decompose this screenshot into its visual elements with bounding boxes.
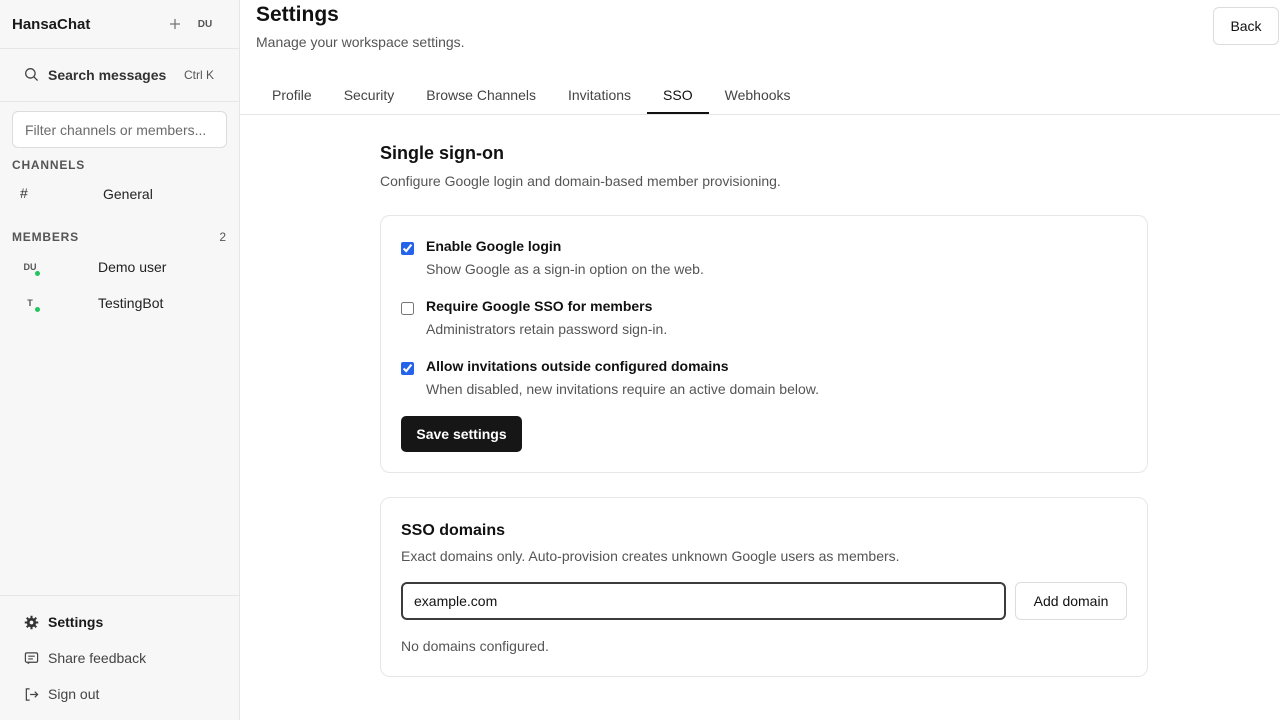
member-item-demo-user[interactable]: DU Demo user xyxy=(12,252,228,282)
members-heading: MEMBERS xyxy=(12,230,79,244)
require-google-sso-checkbox[interactable] xyxy=(401,302,414,315)
page-subtitle: Manage your workspace settings. xyxy=(256,34,465,50)
member-item-testingbot[interactable]: T TestingBot xyxy=(12,288,228,318)
new-channel-button[interactable] xyxy=(165,14,185,34)
gear-icon xyxy=(24,615,39,629)
channels-heading: CHANNELS xyxy=(12,158,86,172)
filter-input[interactable] xyxy=(12,111,227,148)
domains-description: Exact domains only. Auto-provision creat… xyxy=(401,548,900,564)
sidebar: HansaChat DU Search messages Ctrl K CHAN… xyxy=(0,0,240,720)
save-settings-button[interactable]: Save settings xyxy=(401,416,522,452)
option-description: When disabled, new invitations require a… xyxy=(426,381,820,397)
option-description: Show Google as a sign-in option on the w… xyxy=(426,261,704,277)
tab-profile[interactable]: Profile xyxy=(256,76,328,114)
tab-browse-channels[interactable]: Browse Channels xyxy=(410,76,552,114)
search-label: Search messages xyxy=(48,67,167,83)
channel-item-general[interactable]: # General xyxy=(12,180,228,208)
enable-google-login-checkbox[interactable] xyxy=(401,242,414,255)
add-domain-button[interactable]: Add domain xyxy=(1015,582,1127,620)
member-name: Demo user xyxy=(98,259,167,275)
sso-domains-card: SSO domains Exact domains only. Auto-pro… xyxy=(380,497,1148,677)
divider xyxy=(0,48,239,49)
tabs-divider xyxy=(240,114,1280,115)
message-icon xyxy=(24,651,39,664)
main-content: Settings Manage your workspace settings.… xyxy=(240,0,1280,720)
hash-icon: # xyxy=(20,185,28,201)
members-count: 2 xyxy=(219,230,226,244)
tab-webhooks[interactable]: Webhooks xyxy=(709,76,807,114)
option-title: Allow invitations outside configured dom… xyxy=(426,358,729,374)
domain-input[interactable] xyxy=(401,582,1006,620)
settings-nav-item[interactable]: Settings xyxy=(12,607,228,637)
app-name: HansaChat xyxy=(12,15,91,33)
settings-tabs: Profile Security Browse Channels Invitat… xyxy=(256,76,807,114)
sso-settings-card: Enable Google login Show Google as a sig… xyxy=(380,215,1148,473)
divider xyxy=(0,101,239,102)
section-title: Single sign-on xyxy=(380,143,504,163)
online-status-icon xyxy=(34,270,41,277)
search-shortcut: Ctrl K xyxy=(184,68,214,82)
search-messages-button[interactable]: Search messages Ctrl K xyxy=(12,58,228,92)
option-enable-google-login: Enable Google login Show Google as a sig… xyxy=(401,238,1101,286)
tab-invitations[interactable]: Invitations xyxy=(552,76,647,114)
online-status-icon xyxy=(34,306,41,313)
option-title: Enable Google login xyxy=(426,238,562,254)
member-name: TestingBot xyxy=(98,295,164,311)
option-description: Administrators retain password sign-in. xyxy=(426,321,668,337)
option-allow-outside-invitations: Allow invitations outside configured dom… xyxy=(401,358,1101,406)
back-button[interactable]: Back xyxy=(1213,7,1279,45)
settings-label: Settings xyxy=(48,614,104,630)
tab-security[interactable]: Security xyxy=(328,76,411,114)
allow-outside-invitations-checkbox[interactable] xyxy=(401,362,414,375)
plus-icon xyxy=(170,19,180,29)
sign-out-label: Sign out xyxy=(48,686,100,702)
sign-out-button[interactable]: Sign out xyxy=(12,679,228,709)
user-avatar[interactable]: DU xyxy=(194,14,216,34)
search-icon xyxy=(25,68,39,82)
option-title: Require Google SSO for members xyxy=(426,298,653,314)
divider xyxy=(0,595,239,596)
tab-sso[interactable]: SSO xyxy=(647,76,709,114)
section-description: Configure Google login and domain-based … xyxy=(380,173,781,189)
feedback-label: Share feedback xyxy=(48,650,147,666)
domains-title: SSO domains xyxy=(401,522,506,539)
page-title: Settings xyxy=(256,3,339,26)
sign-out-icon xyxy=(25,687,39,701)
option-require-google-sso: Require Google SSO for members Administr… xyxy=(401,298,1101,346)
share-feedback-button[interactable]: Share feedback xyxy=(12,643,228,673)
channel-name: General xyxy=(103,186,153,202)
empty-domains-note: No domains configured. xyxy=(401,638,549,654)
